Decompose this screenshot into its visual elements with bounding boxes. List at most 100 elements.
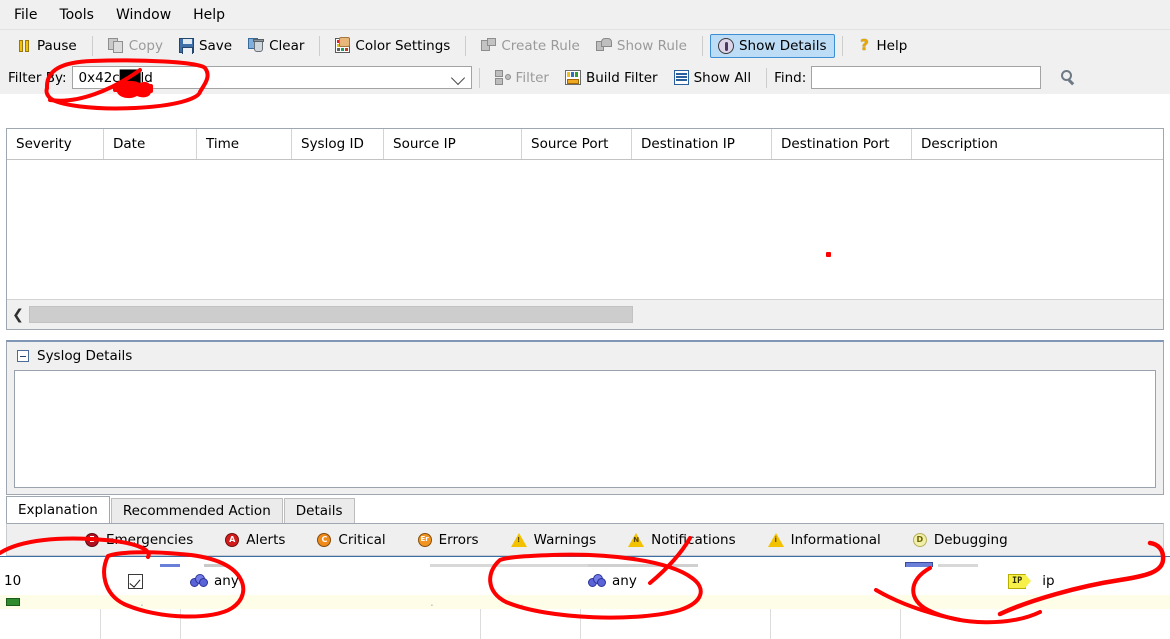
legend-item-notifications[interactable]: N Notifications	[628, 532, 736, 548]
grid-header-row: Severity Date Time Syslog ID Source IP S…	[7, 129, 1163, 160]
legend-label-warnings: Warnings	[534, 532, 597, 548]
red-annotation-dot	[826, 252, 831, 257]
save-button[interactable]: Save	[171, 34, 240, 58]
tab-explanation[interactable]: Explanation	[6, 496, 110, 523]
syslog-event-grid: Severity Date Time Syslog ID Source IP S…	[6, 128, 1164, 330]
scroll-left-icon[interactable]: ❮	[7, 307, 29, 323]
tab-recommended-action[interactable]: Recommended Action	[111, 498, 283, 523]
help-button-label: Help	[877, 38, 908, 54]
build-filter-button[interactable]: Build Filter	[557, 66, 666, 90]
filter-button-label: Filter	[516, 70, 549, 86]
legend-item-debugging[interactable]: D Debugging	[913, 532, 1008, 548]
show-all-icon	[674, 70, 689, 85]
bg-row2-faint-b: .	[430, 595, 434, 609]
grid-horizontal-scrollbar[interactable]: ❮	[7, 299, 1163, 329]
toolbar-separator	[319, 36, 320, 56]
legend-item-warnings[interactable]: ! Warnings	[511, 532, 597, 548]
color-settings-button[interactable]: Color Settings	[327, 34, 458, 58]
bg-row-enabled-checkbox[interactable]	[128, 567, 143, 595]
legend-item-errors[interactable]: Er Errors	[418, 532, 479, 548]
color-settings-button-label: Color Settings	[355, 38, 450, 54]
pause-button[interactable]: Pause	[10, 34, 85, 58]
bg-row2-status-icon	[6, 595, 20, 609]
notifications-severity-icon: N	[628, 533, 644, 547]
toolbar-separator	[702, 36, 703, 56]
column-header-date[interactable]: Date	[104, 129, 197, 159]
find-input[interactable]	[811, 66, 1041, 89]
show-rule-button[interactable]: Show Rule	[588, 34, 695, 58]
grid-body	[7, 160, 1163, 299]
legend-item-emergencies[interactable]: E Emergencies	[85, 532, 193, 548]
alerts-severity-icon: A	[225, 533, 239, 547]
critical-severity-icon: C	[317, 533, 331, 547]
find-separator	[766, 68, 767, 88]
question-mark-icon: ?	[858, 38, 872, 54]
menu-item-file[interactable]: File	[14, 5, 50, 25]
create-rule-icon	[481, 38, 496, 53]
menu-bar: File Tools Window Help	[0, 0, 1170, 29]
show-details-button[interactable]: Show Details	[710, 34, 835, 58]
build-filter-button-label: Build Filter	[586, 70, 658, 86]
column-header-severity[interactable]: Severity	[7, 129, 104, 159]
filter-by-label: Filter By:	[8, 70, 67, 86]
hand-icon	[339, 37, 350, 47]
bg-row-main[interactable]: 10 any any IP ip	[0, 567, 1170, 595]
toolbar-separator	[465, 36, 466, 56]
tab-details[interactable]: Details	[284, 498, 355, 523]
pause-button-label: Pause	[37, 38, 77, 54]
menu-item-tools[interactable]: Tools	[59, 5, 107, 25]
column-header-source-port[interactable]: Source Port	[522, 129, 632, 159]
legend-label-critical: Critical	[338, 532, 385, 548]
legend-item-critical[interactable]: C Critical	[317, 532, 385, 548]
filter-separator	[479, 68, 480, 88]
help-button[interactable]: ? Help	[850, 34, 916, 58]
network-object-icon	[588, 574, 606, 588]
column-header-destination-port[interactable]: Destination Port	[772, 129, 912, 159]
toolbar: Pause Copy Save Clear	[0, 29, 1170, 61]
show-all-button-label: Show All	[694, 70, 751, 86]
syslog-details-textarea[interactable]	[14, 370, 1156, 488]
bg-row-service-cell[interactable]: IP ip	[1008, 567, 1055, 595]
legend-label-emergencies: Emergencies	[106, 532, 193, 548]
collapse-minus-icon[interactable]	[17, 350, 29, 362]
bg-row-destination-cell[interactable]: any	[588, 567, 637, 595]
legend-label-debugging: Debugging	[934, 532, 1008, 548]
legend-label-informational: Informational	[791, 532, 881, 548]
clear-button[interactable]: Clear	[240, 34, 312, 58]
filter-combobox[interactable]: 0x42c██ld	[72, 66, 472, 89]
ip-protocol-icon: IP	[1008, 574, 1026, 589]
create-rule-button[interactable]: Create Rule	[473, 34, 588, 58]
legend-item-alerts[interactable]: A Alerts	[225, 532, 285, 548]
scrollbar-track[interactable]	[633, 306, 1163, 323]
errors-severity-icon: Er	[418, 533, 432, 547]
column-header-destination-ip[interactable]: Destination IP	[632, 129, 772, 159]
scrollbar-thumb[interactable]	[29, 306, 633, 323]
show-details-icon	[718, 38, 734, 54]
syslog-details-title: Syslog Details	[37, 348, 132, 364]
filter-input-value: 0x42c██ld	[73, 70, 153, 86]
create-rule-button-label: Create Rule	[501, 38, 580, 54]
show-all-button[interactable]: Show All	[666, 66, 759, 90]
legend-label-notifications: Notifications	[651, 532, 736, 548]
chevron-down-icon[interactable]	[450, 71, 464, 85]
syslog-details-header[interactable]: Syslog Details	[7, 342, 1163, 370]
menu-item-help[interactable]: Help	[193, 5, 238, 25]
legend-item-informational[interactable]: i Informational	[768, 532, 881, 548]
toolbar-separator	[92, 36, 93, 56]
bg-row-source-cell[interactable]: any	[190, 567, 239, 595]
column-header-source-ip[interactable]: Source IP	[384, 129, 522, 159]
severity-legend-bar: E Emergencies A Alerts C Critical Er Err…	[6, 523, 1164, 556]
show-details-button-label: Show Details	[739, 38, 827, 54]
bg-row2-faint-c: .	[520, 595, 524, 609]
column-header-description[interactable]: Description	[912, 129, 1163, 159]
menu-item-window[interactable]: Window	[116, 5, 184, 25]
bg-row-highlighted[interactable]: . . .	[0, 595, 1170, 609]
filter-button[interactable]: Filter	[487, 66, 557, 90]
show-rule-button-label: Show Rule	[617, 38, 687, 54]
copy-button[interactable]: Copy	[100, 34, 171, 58]
search-icon[interactable]	[1061, 70, 1077, 86]
color-palette-icon	[335, 38, 350, 53]
column-header-time[interactable]: Time	[197, 129, 292, 159]
column-header-syslog-id[interactable]: Syslog ID	[292, 129, 384, 159]
legend-label-errors: Errors	[439, 532, 479, 548]
